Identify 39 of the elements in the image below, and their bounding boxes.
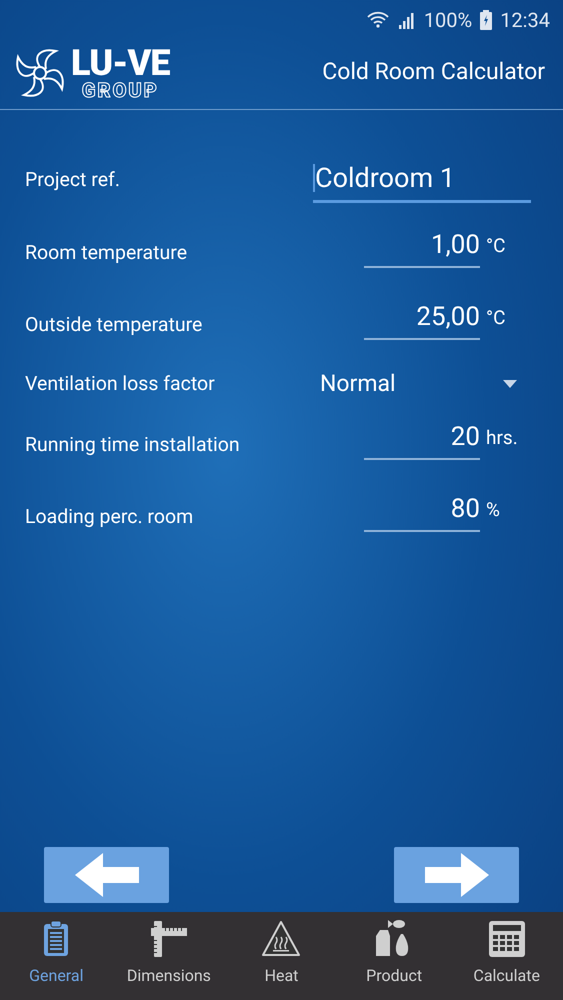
nav-tab[interactable]: Dimensions	[112, 912, 226, 1000]
unit-label: %	[486, 496, 500, 522]
calculator-icon	[488, 920, 526, 958]
logo-subtitle: GROUP	[82, 80, 159, 100]
number-input-field[interactable]: 25,00	[364, 302, 480, 340]
app-title: Cold Room Calculator	[322, 57, 546, 88]
field-label: Loading perc. room	[25, 504, 194, 530]
text-cursor	[313, 164, 315, 192]
nav-tab[interactable]: General	[0, 912, 113, 1000]
dropdown-caret-icon	[503, 380, 517, 388]
left-arrow-icon	[74, 853, 138, 897]
wifi-icon	[366, 11, 390, 29]
battery-percent: 100%	[424, 7, 472, 34]
logo-wordmark: LU-VE	[71, 46, 170, 80]
field-label: Ventilation loss factor	[25, 371, 215, 398]
text-input-field[interactable]: Coldroom 1	[313, 157, 531, 203]
clock-time: 12:34	[500, 7, 550, 34]
ruler-icon	[148, 920, 189, 958]
right-arrow-icon	[424, 853, 488, 897]
field-label: Project ref.	[25, 167, 120, 194]
signal-icon	[398, 11, 416, 29]
heat-warning-icon	[261, 920, 302, 958]
number-input-field[interactable]: 20	[364, 422, 480, 460]
field-label: Running time installation	[25, 432, 240, 458]
battery-icon	[480, 10, 492, 30]
nav-tab[interactable]: Calculate	[450, 912, 563, 1000]
number-input-field[interactable]: 80	[364, 494, 480, 532]
nav-tab[interactable]: Product	[338, 912, 450, 1000]
nav-tab[interactable]: Heat	[225, 912, 338, 1000]
unit-label: °C	[486, 304, 506, 330]
unit-label: °C	[486, 232, 506, 258]
next-button[interactable]	[394, 847, 519, 903]
unit-label: hrs.	[486, 424, 518, 450]
dropdown-select[interactable]: Normal	[313, 366, 531, 402]
field-label: Outside temperature	[25, 312, 202, 338]
clipboard-icon	[42, 920, 70, 958]
back-button[interactable]	[44, 847, 169, 903]
number-input-field[interactable]: 1,00	[364, 230, 480, 268]
field-label: Room temperature	[25, 240, 188, 266]
